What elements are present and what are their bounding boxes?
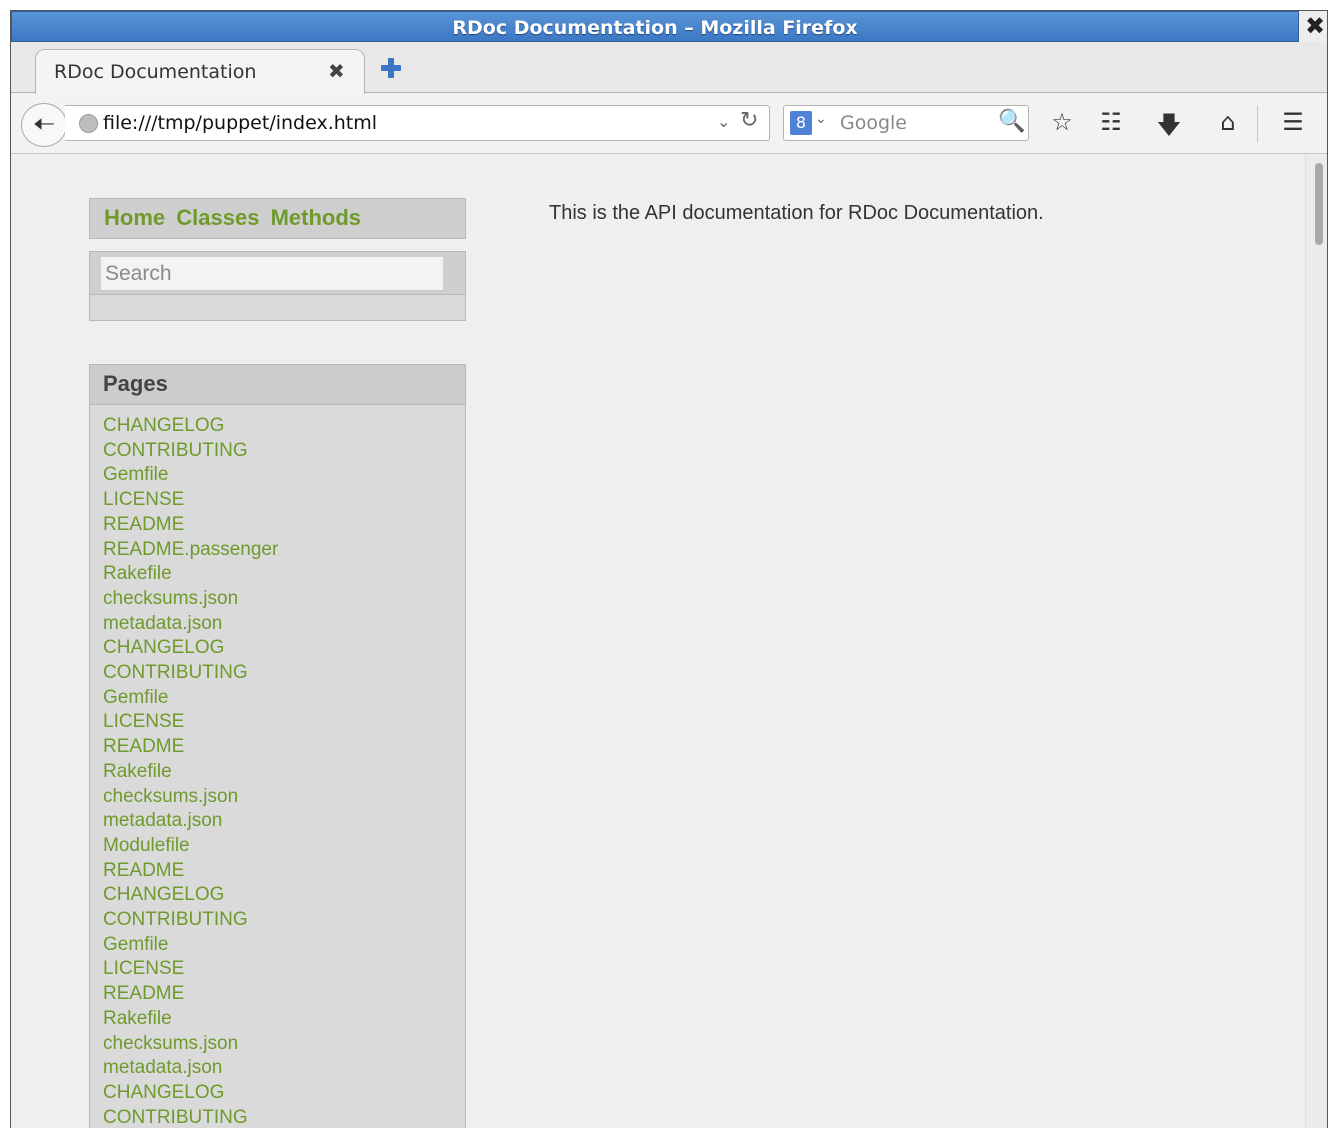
download-arrow-icon[interactable]: 🡇 (1153, 108, 1185, 149)
page-link[interactable]: Gemfile (103, 463, 278, 488)
new-tab-plus-icon[interactable] (379, 56, 403, 80)
engine-dropdown-icon[interactable]: ⌄ (815, 111, 827, 127)
page-link[interactable]: README.passenger (103, 538, 278, 563)
page-link[interactable]: CONTRIBUTING (103, 661, 278, 686)
scrollbar-thumb[interactable] (1315, 163, 1323, 245)
page-link[interactable]: Rakefile (103, 1007, 278, 1032)
page-link[interactable]: metadata.json (103, 1056, 278, 1081)
window-title: RDoc Documentation – Mozilla Firefox (452, 17, 858, 39)
page-link[interactable]: LICENSE (103, 710, 278, 735)
page-link[interactable]: CHANGELOG (103, 414, 278, 439)
back-arrow-icon[interactable]: 🠠 (21, 103, 67, 147)
page-link[interactable]: checksums.json (103, 785, 278, 810)
web-search-placeholder[interactable]: Google (840, 112, 907, 134)
toolbar-separator (1257, 106, 1258, 142)
page-link[interactable]: CONTRIBUTING (103, 1106, 278, 1128)
page-link[interactable]: metadata.json (103, 809, 278, 834)
page-link[interactable]: checksums.json (103, 1032, 278, 1057)
title-bar[interactable]: RDoc Documentation – Mozilla Firefox (11, 11, 1299, 42)
globe-icon (79, 114, 98, 133)
web-search-bar[interactable]: 8 ⌄ Google 🔍 (783, 105, 1029, 141)
page-link[interactable]: README (103, 735, 278, 760)
pages-list: CHANGELOG CONTRIBUTING Gemfile LICENSE READM… (103, 414, 278, 1128)
top-nav-links: Home Classes Methods (104, 205, 366, 231)
home-icon[interactable]: ⌂ (1212, 108, 1244, 136)
pages-header: Pages (90, 365, 465, 405)
pages-section: Pages CHANGELOG CONTRIBUTING Gemfile LICENS… (89, 364, 466, 1128)
page-link[interactable]: CONTRIBUTING (103, 439, 278, 464)
top-nav-box: Home Classes Methods (89, 198, 466, 239)
search-input[interactable] (101, 257, 443, 290)
bookmark-star-icon[interactable]: ☆ (1046, 108, 1078, 136)
url-bar[interactable]: file:///tmp/puppet/index.html ⌄ ↻ (65, 105, 770, 141)
page-link[interactable]: README (103, 982, 278, 1007)
search-icon[interactable]: 🔍 (998, 109, 1025, 134)
page-link[interactable]: Gemfile (103, 933, 278, 958)
tab-strip: RDoc Documentation ✖ (11, 42, 1327, 94)
pages-title: Pages (103, 371, 168, 396)
page-link[interactable]: CHANGELOG (103, 883, 278, 908)
vertical-scrollbar[interactable] (1305, 155, 1327, 1128)
reload-icon[interactable]: ↻ (740, 108, 758, 133)
page-link[interactable]: LICENSE (103, 957, 278, 982)
page-link[interactable]: CHANGELOG (103, 1081, 278, 1106)
hamburger-menu-icon[interactable]: ☰ (1277, 108, 1309, 136)
main-description: This is the API documentation for RDoc D… (549, 202, 1044, 224)
url-history-dropdown-icon[interactable]: ⌄ (717, 112, 730, 131)
nav-link-classes[interactable]: Classes (176, 205, 259, 230)
window-close-icon[interactable]: ✖ (1301, 11, 1327, 42)
page-link[interactable]: Gemfile (103, 686, 278, 711)
page-content: Home Classes Methods Pages CHANGELOGCONT… (11, 155, 1305, 1128)
page-link[interactable]: Modulefile (103, 834, 278, 859)
url-text[interactable]: file:///tmp/puppet/index.html (103, 112, 377, 134)
tab-close-icon[interactable]: ✖ (328, 59, 345, 83)
navigation-toolbar: 🠠 file:///tmp/puppet/index.html ⌄ ↻ 8 ⌄ … (11, 94, 1327, 154)
reading-list-icon[interactable]: ☷ (1095, 108, 1127, 136)
page-link[interactable]: CHANGELOG (103, 636, 278, 661)
page-link[interactable]: checksums.json (103, 587, 278, 612)
nav-link-home[interactable]: Home (104, 205, 165, 230)
page-link[interactable]: LICENSE (103, 488, 278, 513)
page-link[interactable]: README (103, 859, 278, 884)
page-link[interactable]: CONTRIBUTING (103, 908, 278, 933)
page-link[interactable]: README (103, 513, 278, 538)
search-input-wrap (90, 252, 465, 295)
tab-rdoc-documentation[interactable]: RDoc Documentation ✖ (35, 49, 365, 94)
google-engine-icon[interactable]: 8 (790, 111, 812, 135)
browser-window: RDoc Documentation – Mozilla Firefox ✖ R… (10, 10, 1328, 1128)
nav-link-methods[interactable]: Methods (271, 205, 361, 230)
page-link[interactable]: Rakefile (103, 562, 278, 587)
search-section (89, 251, 466, 321)
tab-label: RDoc Documentation (54, 61, 257, 83)
page-link[interactable]: metadata.json (103, 612, 278, 637)
page-link[interactable]: Rakefile (103, 760, 278, 785)
